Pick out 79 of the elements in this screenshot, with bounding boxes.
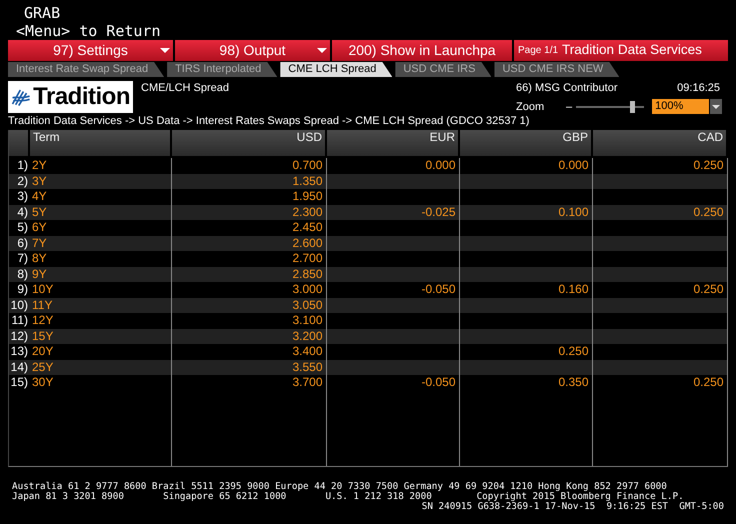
panel-title: CME/LCH Spread xyxy=(141,81,230,95)
zoom-dropdown-button[interactable] xyxy=(710,99,722,114)
return-hint: <Menu> to Return xyxy=(16,22,160,40)
row-number: 4) xyxy=(9,204,29,220)
footer-line: Japan 81 3 3201 8900 Singapore 65 6212 1000 U.S. 1 212 318 2000 Copyright 2015 Bloomberg Finance L.P. xyxy=(12,492,685,502)
toolbar-button[interactable]: 200) Show in Launchpa xyxy=(332,40,512,61)
row-number: 15) xyxy=(10,375,29,390)
row-number: 12) xyxy=(9,328,29,344)
value-cell: 2.700 xyxy=(292,251,322,265)
value-cell: 3.700 xyxy=(292,375,322,389)
value-cell: -0.025 xyxy=(421,204,456,218)
value-cell: 2.850 xyxy=(292,266,322,280)
term-cell[interactable]: 11Y xyxy=(29,298,171,313)
value-cell: 1.350 xyxy=(292,174,322,188)
value-cell: -0.050 xyxy=(421,282,456,296)
contributor-label: 66) MSG Contributor xyxy=(516,81,618,95)
value-cell: 2.300 xyxy=(292,204,322,218)
column-header[interactable]: Term xyxy=(29,130,171,157)
row-number: 14) xyxy=(9,360,29,375)
toolbar-button[interactable]: 97) Settings xyxy=(8,40,173,61)
value-cell: -0.050 xyxy=(421,375,456,389)
value-cell: 0.250 xyxy=(693,375,724,389)
value-cell: 0.100 xyxy=(558,204,588,218)
value-cell: 0.250 xyxy=(693,204,724,218)
row-number: 10) xyxy=(9,298,29,313)
value-cell: 1.950 xyxy=(292,189,322,203)
term-cell[interactable]: 15Y xyxy=(29,328,171,344)
term-cell[interactable]: 5Y xyxy=(29,204,171,220)
value-cell: 0.250 xyxy=(693,282,724,296)
value-cell: 3.000 xyxy=(292,282,322,296)
value-cell: 2.600 xyxy=(292,236,322,250)
column-header[interactable]: EUR xyxy=(326,130,459,157)
tab[interactable]: USD CME IRS NEW xyxy=(494,62,620,77)
value-cell: 0.160 xyxy=(558,282,588,296)
zoom-out-button[interactable]: – xyxy=(566,100,572,114)
column-header[interactable]: GBP xyxy=(459,130,592,157)
tab[interactable]: Interest Rate Swap Spread xyxy=(8,62,164,77)
screen-title: GRAB xyxy=(23,4,60,22)
row-number: 9) xyxy=(9,282,29,298)
logo-text: Tradition xyxy=(33,85,130,109)
term-cell[interactable]: 3Y xyxy=(29,174,171,189)
row-number: 13) xyxy=(10,344,29,360)
value-cell: 0.250 xyxy=(558,344,588,358)
value-cell: 3.200 xyxy=(292,328,322,342)
tab[interactable]: USD CME IRS xyxy=(395,62,492,77)
term-cell[interactable]: 7Y xyxy=(29,236,171,251)
value-cell: 2.450 xyxy=(292,220,322,234)
row-number: 1) xyxy=(16,157,29,174)
value-cell: 3.550 xyxy=(292,360,322,374)
value-cell: 0.250 xyxy=(693,158,724,172)
clock-time: 09:16:25 xyxy=(677,81,721,95)
row-number: 7) xyxy=(9,251,29,266)
zoom-field[interactable]: 100% xyxy=(652,99,710,114)
value-cell: 0.350 xyxy=(558,375,588,389)
page-indicator: Page 1/1 xyxy=(518,44,558,58)
value-cell: 0.700 xyxy=(292,158,322,172)
breadcrumb-path: Tradition Data Services -> US Data -> Interest Rates Swaps Spread -> CME LCH Spread (GDCO 32537 1) xyxy=(8,114,530,128)
source-title: Tradition Data Services xyxy=(562,41,702,60)
row-number: 6) xyxy=(9,236,29,251)
term-cell[interactable]: 25Y xyxy=(29,360,171,375)
value-cell: 3.400 xyxy=(292,344,322,358)
tab[interactable]: CME LCH Spread xyxy=(280,62,392,77)
row-number: 8) xyxy=(9,266,29,282)
row-number: 5) xyxy=(9,220,29,236)
toolbar-button[interactable]: 98) Output xyxy=(175,40,330,61)
row-number: 3) xyxy=(9,189,29,204)
zoom-label: Zoom xyxy=(516,100,546,114)
value-cell: 0.000 xyxy=(558,158,588,172)
row-number: 2) xyxy=(9,174,29,189)
footer-line: Australia 61 2 9777 8600 Brazil 5511 2395 9000 Europe 44 20 7330 7500 Germany 49 69 9204 1210 Hong Kong 852 2977 6000 xyxy=(12,482,668,492)
value-cell: 3.050 xyxy=(292,298,322,312)
row-number: 11) xyxy=(9,313,29,328)
tab[interactable]: TIRS Interpolated xyxy=(167,62,278,77)
value-cell: 0.000 xyxy=(425,158,456,172)
value-cell: 3.100 xyxy=(292,313,322,327)
footer-line: SN 240915 G638-2369-1 17-Nov-15 9:16:25 EST GMT-5:00 xyxy=(420,502,724,512)
term-cell[interactable]: 9Y xyxy=(29,266,171,282)
column-header[interactable]: CAD xyxy=(592,130,727,157)
column-header[interactable]: USD xyxy=(171,130,326,157)
